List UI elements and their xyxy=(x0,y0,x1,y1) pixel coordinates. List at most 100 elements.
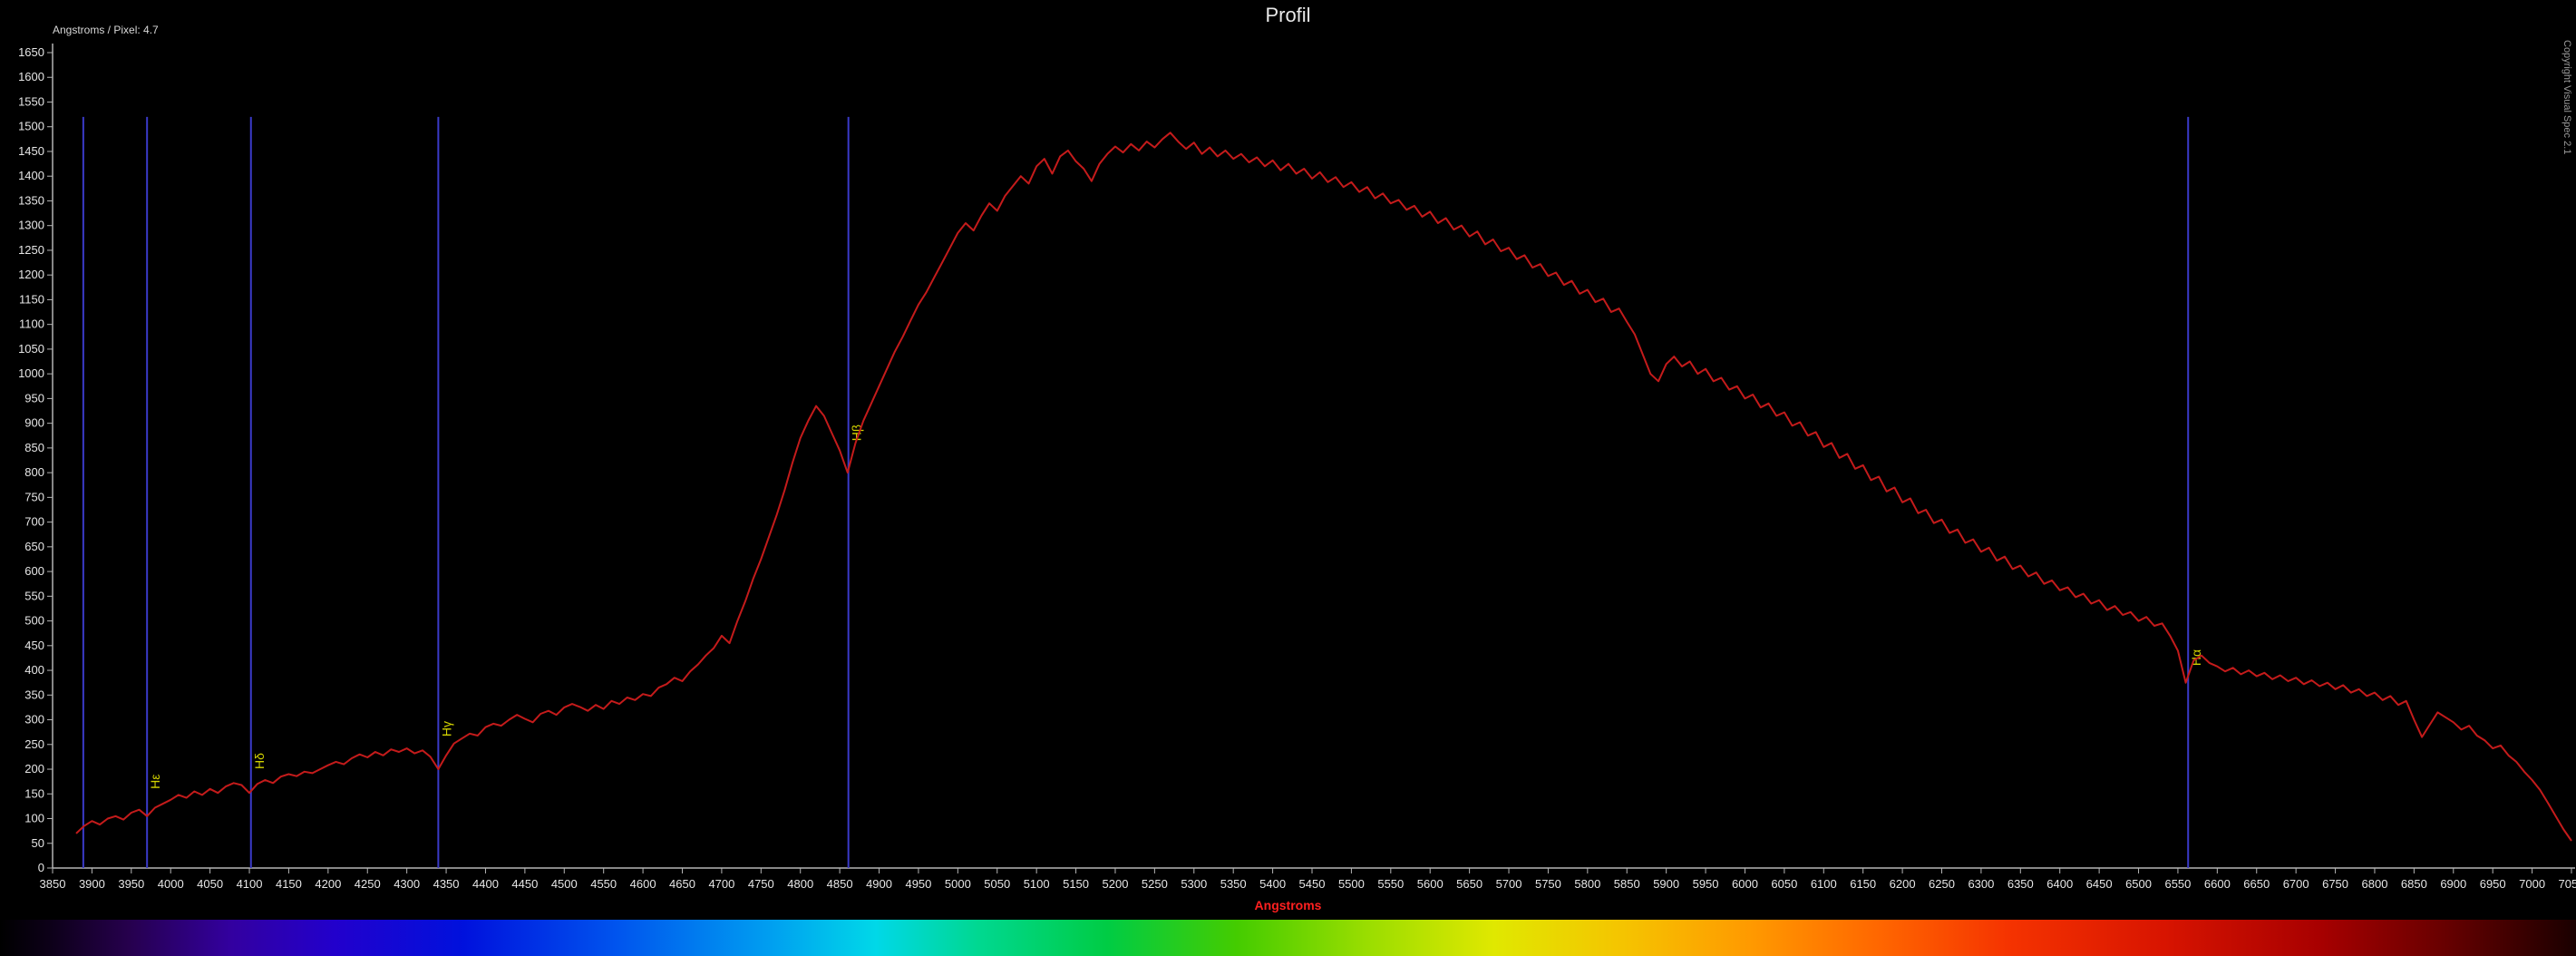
x-tick-label: 6750 xyxy=(2322,877,2348,891)
x-tick-label: 6900 xyxy=(2440,877,2466,891)
x-tick-label: 5550 xyxy=(1377,877,1404,891)
y-tick-label: 1550 xyxy=(18,94,44,108)
x-tick-label: 5500 xyxy=(1338,877,1365,891)
x-tick-label: 6200 xyxy=(1890,877,1916,891)
x-tick-label: 4050 xyxy=(197,877,223,891)
x-tick-label: 6250 xyxy=(1929,877,1955,891)
x-tick-label: 4250 xyxy=(355,877,381,891)
x-tick-label: 6000 xyxy=(1732,877,1758,891)
y-tick-label: 450 xyxy=(24,639,44,652)
balmer-line-label: Hγ xyxy=(439,721,453,737)
y-tick-label: 700 xyxy=(24,515,44,529)
y-tick-label: 250 xyxy=(24,737,44,751)
x-tick-label: 4900 xyxy=(866,877,892,891)
x-tick-label: 5650 xyxy=(1456,877,1482,891)
y-tick-label: 1600 xyxy=(18,70,44,83)
y-tick-label: 500 xyxy=(24,614,44,628)
x-tick-label: 5200 xyxy=(1103,877,1129,891)
x-tick-label: 4150 xyxy=(276,877,302,891)
x-tick-label: 6550 xyxy=(2164,877,2191,891)
x-tick-label: 4800 xyxy=(787,877,813,891)
x-tick-label: 5250 xyxy=(1142,877,1168,891)
x-tick-label: 6600 xyxy=(2204,877,2231,891)
y-tick-label: 1650 xyxy=(18,45,44,59)
x-tick-label: 4700 xyxy=(708,877,734,891)
x-tick-label: 4450 xyxy=(511,877,538,891)
x-tick-label: 6100 xyxy=(1811,877,1837,891)
y-tick-label: 800 xyxy=(24,465,44,479)
y-tick-label: 50 xyxy=(32,836,44,850)
y-tick-label: 1250 xyxy=(18,243,44,257)
y-tick-label: 300 xyxy=(24,713,44,727)
y-tick-label: 1450 xyxy=(18,144,44,158)
x-tick-label: 4950 xyxy=(905,877,931,891)
x-tick-label: 5450 xyxy=(1299,877,1326,891)
x-tick-label: 5900 xyxy=(1653,877,1679,891)
x-tick-label: 6450 xyxy=(2086,877,2113,891)
y-tick-label: 400 xyxy=(24,663,44,677)
x-tick-label: 4350 xyxy=(433,877,460,891)
y-tick-label: 550 xyxy=(24,589,44,602)
y-tick-label: 1500 xyxy=(18,120,44,133)
x-tick-label: 6350 xyxy=(2007,877,2034,891)
balmer-line-label: Hδ xyxy=(252,753,267,769)
x-axis-title: Angstroms xyxy=(1254,898,1322,912)
x-tick-label: 7050 xyxy=(2559,877,2576,891)
x-tick-label: 5400 xyxy=(1259,877,1286,891)
x-tick-label: 4650 xyxy=(669,877,695,891)
x-tick-label: 7000 xyxy=(2519,877,2545,891)
x-tick-label: 4550 xyxy=(590,877,617,891)
x-tick-label: 5850 xyxy=(1614,877,1640,891)
x-tick-label: 5700 xyxy=(1496,877,1522,891)
y-tick-label: 1300 xyxy=(18,219,44,232)
y-tick-label: 1400 xyxy=(18,169,44,182)
x-tick-label: 5600 xyxy=(1417,877,1444,891)
x-tick-label: 6150 xyxy=(1850,877,1876,891)
x-tick-label: 5100 xyxy=(1024,877,1050,891)
x-tick-label: 4400 xyxy=(472,877,499,891)
x-tick-label: 4300 xyxy=(394,877,420,891)
x-tick-label: 6400 xyxy=(2046,877,2073,891)
x-tick-label: 5750 xyxy=(1535,877,1561,891)
x-tick-label: 4500 xyxy=(551,877,578,891)
y-tick-label: 1350 xyxy=(18,193,44,207)
y-tick-label: 850 xyxy=(24,441,44,454)
x-tick-label: 5050 xyxy=(984,877,1010,891)
y-tick-label: 1100 xyxy=(19,317,44,331)
x-tick-label: 5800 xyxy=(1574,877,1600,891)
y-tick-label: 950 xyxy=(24,391,44,405)
y-tick-label: 600 xyxy=(24,564,44,578)
spectrum-color-bar xyxy=(0,920,2576,956)
y-tick-label: 900 xyxy=(24,416,44,430)
x-tick-label: 4000 xyxy=(158,877,184,891)
x-tick-label: 6300 xyxy=(1968,877,1994,891)
x-tick-label: 6050 xyxy=(1771,877,1797,891)
x-tick-label: 6800 xyxy=(2362,877,2388,891)
balmer-line-label: Hε xyxy=(148,774,162,788)
x-tick-label: 4100 xyxy=(237,877,263,891)
y-tick-label: 350 xyxy=(24,688,44,701)
y-tick-label: 650 xyxy=(24,540,44,553)
x-tick-label: 5000 xyxy=(945,877,971,891)
x-tick-label: 5350 xyxy=(1220,877,1247,891)
x-tick-label: 3950 xyxy=(118,877,144,891)
y-tick-label: 1200 xyxy=(18,268,44,281)
x-tick-label: 6500 xyxy=(2125,877,2152,891)
y-tick-label: 0 xyxy=(38,861,44,874)
y-tick-label: 200 xyxy=(24,762,44,776)
x-tick-label: 5150 xyxy=(1063,877,1089,891)
x-tick-label: 6850 xyxy=(2401,877,2427,891)
x-tick-label: 3850 xyxy=(40,877,66,891)
y-tick-label: 1050 xyxy=(18,342,44,356)
y-tick-label: 150 xyxy=(24,786,44,800)
x-tick-label: 5950 xyxy=(1693,877,1719,891)
x-tick-label: 6650 xyxy=(2243,877,2270,891)
x-tick-label: 6700 xyxy=(2283,877,2309,891)
y-tick-label: 750 xyxy=(24,490,44,503)
x-tick-label: 4600 xyxy=(630,877,656,891)
x-tick-label: 4200 xyxy=(315,877,341,891)
spectrum-app: Profil Angstroms / Pixel: 4.7 Copyright … xyxy=(0,0,2576,956)
x-tick-label: 4850 xyxy=(827,877,853,891)
spectrum-chart[interactable]: 0 50 100 150 200 250 300 350 400 450 500 550 600 650 7… xyxy=(0,0,2576,916)
x-tick-label: 6950 xyxy=(2480,877,2506,891)
